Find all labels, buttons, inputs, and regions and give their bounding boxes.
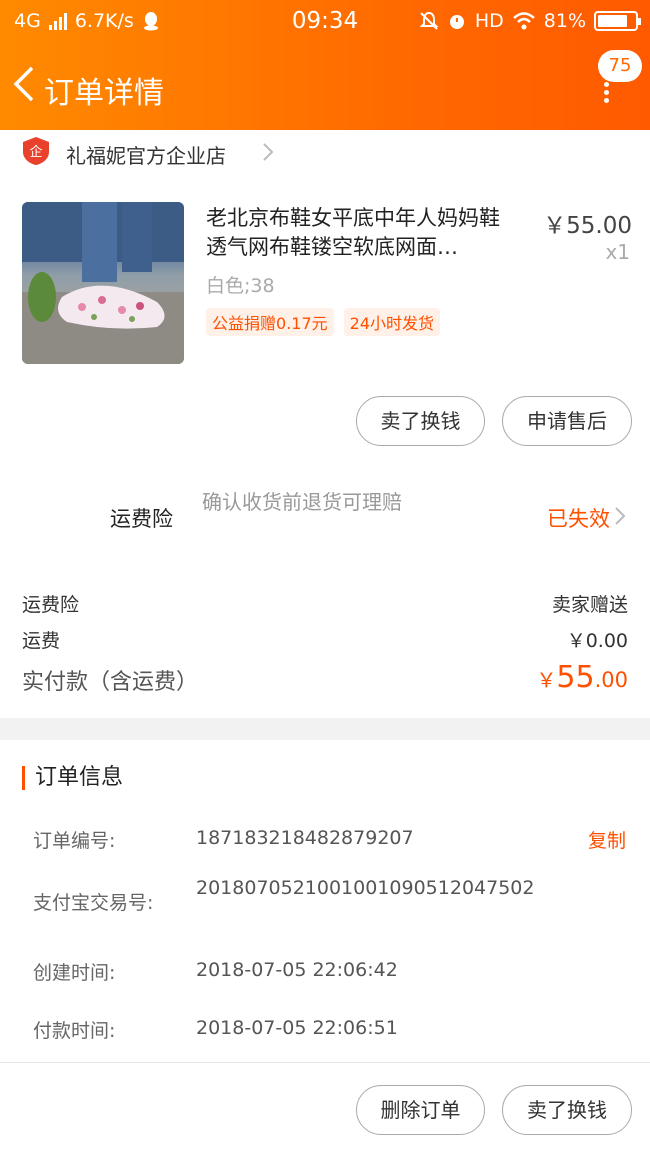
battery-percent: 81%: [543, 10, 586, 32]
shipping-fee-label: 运费: [22, 630, 61, 652]
header-bar: 4G 6.7K/s 09:34 HD 81% 订单详情 75: [0, 0, 650, 130]
chevron-right-icon: [263, 143, 274, 161]
product-tags: 公益捐赠0.17元 24小时发货: [206, 308, 441, 336]
wifi-icon: [512, 12, 535, 30]
order-number-label: 订单编号:: [33, 830, 116, 852]
message-badge[interactable]: 75: [598, 50, 642, 82]
order-number-value: 187183218482879207: [196, 827, 414, 849]
insurance-description: 确认收货前退货可理赔: [202, 490, 402, 514]
alarm-icon: [449, 15, 464, 29]
alipay-trade-value: 2018070521001001090512047502: [196, 877, 535, 899]
alipay-trade-label: 支付宝交易号:: [33, 892, 154, 914]
enterprise-shop-icon: 企: [23, 137, 49, 165]
fee-insurance-value: 卖家赠送: [551, 594, 628, 616]
product-sku: 白色;38: [206, 275, 275, 297]
chevron-right-icon[interactable]: [614, 506, 626, 526]
product-image[interactable]: [22, 202, 184, 364]
more-menu-icon[interactable]: [604, 82, 610, 103]
delete-order-button[interactable]: 删除订单: [356, 1085, 485, 1135]
bottom-sell-for-cash-button[interactable]: 卖了换钱: [502, 1085, 632, 1135]
total-paid-label: 实付款（含运费）: [22, 670, 199, 695]
mute-bell-icon: [419, 11, 439, 30]
created-time-label: 创建时间:: [33, 962, 116, 984]
paid-time-value: 2018-07-05 22:06:51: [196, 1017, 398, 1039]
product-title[interactable]: 老北京布鞋女平底中年人妈妈鞋透气网布鞋镂空软底网面…: [206, 204, 516, 262]
hd-label: HD: [474, 10, 504, 32]
shop-name[interactable]: 礼福妮官方企业店: [66, 140, 226, 169]
status-bar: 4G 6.7K/s 09:34 HD 81%: [0, 0, 650, 44]
bottom-bar-divider: [0, 1062, 650, 1063]
back-arrow-icon[interactable]: [10, 64, 40, 104]
nav-bar: 订单详情 75: [0, 50, 650, 118]
paid-time-label: 付款时间:: [33, 1020, 116, 1042]
sell-for-cash-button[interactable]: 卖了换钱: [356, 396, 485, 446]
battery-icon: [594, 11, 641, 31]
shipping-tag: 24小时发货: [343, 308, 441, 336]
insurance-label: 运费险: [110, 507, 173, 531]
shipping-fee-value: ￥0.00: [566, 630, 628, 652]
charity-tag: 公益捐赠0.17元: [206, 308, 334, 336]
svg-text:企: 企: [29, 144, 42, 160]
shop-row[interactable]: 企 礼福妮官方企业店: [0, 130, 650, 180]
created-time-value: 2018-07-05 22:06:42: [196, 959, 398, 981]
insurance-status[interactable]: 已失效: [547, 503, 610, 533]
shipping-fee-row: 运费 ￥0.00: [22, 626, 628, 653]
section-divider: [0, 718, 650, 740]
page-title: 订单详情: [44, 76, 164, 111]
total-paid-value: ￥55.00: [536, 660, 628, 695]
fee-insurance-label: 运费险: [22, 594, 80, 616]
fee-insurance-row: 运费险 卖家赠送: [22, 590, 628, 617]
copy-button[interactable]: 复制: [588, 826, 626, 853]
product-price: ￥55.00: [543, 213, 632, 239]
order-info-heading: 订单信息: [22, 766, 123, 790]
after-sale-button[interactable]: 申请售后: [502, 396, 632, 446]
product-quantity: x1: [605, 240, 630, 264]
shoe-photo: [22, 202, 184, 364]
